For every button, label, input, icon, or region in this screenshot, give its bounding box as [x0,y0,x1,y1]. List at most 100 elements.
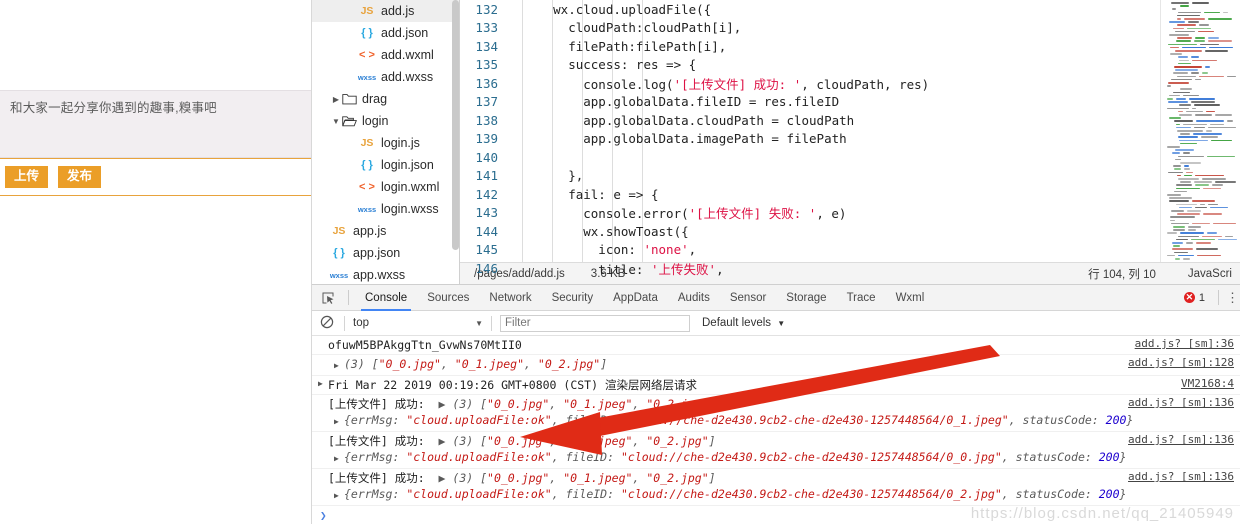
file-tree-item[interactable]: wxss app.wxss [312,264,459,284]
code-line[interactable]: 137 app.globalData.fileID = res.fileID [460,93,1160,112]
console-filter-input[interactable] [500,314,690,332]
minimap-line [1210,206,1228,209]
minimap-line [1178,62,1191,65]
file-tree-item-label: login.wxml [381,180,440,194]
file-tree-scrollbar[interactable] [452,0,459,250]
code-line[interactable]: 144 wx.showToast({ [460,222,1160,241]
file-tree-item[interactable]: JS add.js [312,0,459,22]
file-tree-item[interactable]: JS login.js [312,132,459,154]
file-tree-item-label: login.js [381,136,420,150]
file-tree-item[interactable]: { } app.json [312,242,459,264]
console-context-selector[interactable]: top ▼ [353,317,483,329]
code-line[interactable]: 133 cloudPath:cloudPath[i], [460,19,1160,38]
expand-triangle-icon[interactable]: ▶ [334,488,344,504]
console-source-link[interactable]: add.js? [sm]:136 [1128,433,1234,446]
minimap-line [1191,56,1199,58]
toolbar-divider-4 [491,315,492,331]
minimap-line [1200,43,1219,46]
console-source-link[interactable]: add.js? [sm]:136 [1128,396,1234,409]
devtools-tab-sensor[interactable]: Sensor [720,285,776,311]
devtools-tab-storage[interactable]: Storage [776,285,836,311]
code-line[interactable]: 141 }, [460,167,1160,186]
console-output[interactable]: ofuwM5BPAkggTtn_GvwNs70MtII0 add.js? [sm]… [312,336,1240,524]
minimap-line [1194,126,1205,129]
file-explorer-tree[interactable]: JS add.js { } add.json < > add.wxml wxss add.wx… [312,0,460,284]
code-line[interactable]: 143 console.error('[上传文件] 失败: ', e) [460,204,1160,223]
expand-triangle-icon[interactable]: ▶ [334,451,344,467]
code-line-text: cloudPath:cloudPath[i], [508,20,742,36]
error-badge[interactable]: ✕ 1 [1183,292,1205,304]
code-line[interactable]: 138 app.globalData.cloudPath = cloudPath [460,111,1160,130]
minimap-line [1205,50,1228,52]
devtools-tab-appdata[interactable]: AppData [603,285,668,311]
file-tree-item[interactable]: { } login.json [312,154,459,176]
inspect-element-icon[interactable] [318,289,338,306]
code-line[interactable]: 145 icon: 'none', [460,241,1160,260]
code-editor[interactable]: 132 wx.cloud.uploadFile({133 cloudPath:c… [460,0,1160,284]
file-tree-item[interactable]: wxss add.wxss [312,66,459,88]
code-line[interactable]: 139 app.globalData.imagePath = filePath [460,130,1160,149]
console-source-link[interactable]: add.js? [sm]:136 [1128,470,1234,483]
file-tree-item[interactable]: { } add.json [312,22,459,44]
console-message-row[interactable]: ▶ (3) ["0_0.jpg", "0_1.jpeg", "0_2.jpg"] a… [312,355,1240,376]
file-tree-item[interactable]: JS app.js [312,220,459,242]
console-log-levels-selector[interactable]: Default levels ▼ [702,317,785,329]
console-message-row[interactable]: [上传文件] 成功: ▶ (3) ["0_0.jpg", "0_1.jpeg",… [312,469,1240,506]
minimap-line [1199,24,1209,26]
minimap-line [1167,146,1180,148]
console-source-link[interactable]: add.js? [sm]:36 [1135,337,1234,350]
file-tree-item[interactable]: < > login.wxml [312,176,459,198]
devtools-tab-console[interactable]: Console [355,285,417,311]
minimap-line [1176,123,1180,126]
devtools-tab-audits[interactable]: Audits [668,285,720,311]
code-line[interactable]: 146 title: '上传失败', [460,259,1160,278]
file-tree-item[interactable]: ▶ drag [312,88,459,110]
minimap-line [1174,168,1181,170]
minimap-line [1195,37,1205,39]
chevron-right-icon[interactable]: ▶ [330,95,342,104]
console-message-row[interactable]: ▶ Fri Mar 22 2019 00:19:26 GMT+0800 (CST)… [312,376,1240,395]
console-source-link[interactable]: add.js? [sm]:128 [1128,356,1234,369]
console-source-link[interactable]: VM2168:4 [1181,377,1234,390]
code-line-text: console.log('[上传文件] 成功: ', cloudPath, re… [508,76,930,92]
file-tree-item[interactable]: ▼ login [312,110,459,132]
console-message-row[interactable]: ofuwM5BPAkggTtn_GvwNs70MtII0 add.js? [sm]… [312,336,1240,355]
expand-triangle-icon[interactable]: ▶ [334,414,344,430]
clear-console-icon[interactable] [320,315,336,331]
chevron-down-icon[interactable]: ▼ [330,117,342,126]
file-tree-item-label: add.wxss [381,70,434,84]
devtools-tab-wxml[interactable]: Wxml [886,285,935,311]
minimap-line [1175,50,1202,52]
console-message-row[interactable]: [上传文件] 成功: ▶ (3) ["0_0.jpg", "0_1.jpeg",… [312,432,1240,469]
console-input-prompt[interactable]: ❯ [312,506,1240,524]
minimap-line [1167,98,1173,100]
code-line[interactable]: 134 filePath:filePath[i], [460,37,1160,56]
expand-triangle-icon[interactable]: ▶ [318,379,323,388]
file-tree-item[interactable]: < > add.wxml [312,44,459,66]
console-message-row[interactable]: [上传文件] 成功: ▶ (3) ["0_0.jpg", "0_1.jpeg",… [312,395,1240,432]
devtools-tab-security[interactable]: Security [542,285,604,311]
status-language: JavaScri [1187,267,1232,280]
minimap-line [1191,72,1199,74]
upload-button[interactable]: 上传 [5,166,49,188]
devtools-tab-network[interactable]: Network [479,285,541,311]
minimap-line [1203,187,1221,190]
code-minimap[interactable] [1160,0,1240,284]
code-line[interactable]: 142 fail: e => { [460,185,1160,204]
file-tree-item[interactable]: wxss login.wxss [312,198,459,220]
minimap-line [1169,21,1185,23]
code-line-text: filePath:filePath[i], [508,38,727,54]
publish-button[interactable]: 发布 [58,166,102,188]
devtools-tab-trace[interactable]: Trace [837,285,886,311]
code-line[interactable]: 135 success: res => { [460,56,1160,75]
console-message-line: ▶ {errMsg: "cloud.uploadFile:ok", fileID:… [312,486,1240,504]
code-line[interactable]: 136 console.log('[上传文件] 成功: ', cloudPath… [460,74,1160,93]
expand-triangle-icon[interactable]: ▶ [334,358,344,374]
code-line[interactable]: 132 wx.cloud.uploadFile({ [460,0,1160,19]
code-line[interactable]: 140 [460,148,1160,167]
post-textarea[interactable]: 和大家一起分享你遇到的趣事,糗事吧 [0,90,311,158]
minimap-line [1203,213,1222,215]
devtools-tab-sources[interactable]: Sources [417,285,479,311]
line-number: 134 [475,38,498,54]
more-options-icon[interactable]: ⋮ [1226,291,1239,304]
